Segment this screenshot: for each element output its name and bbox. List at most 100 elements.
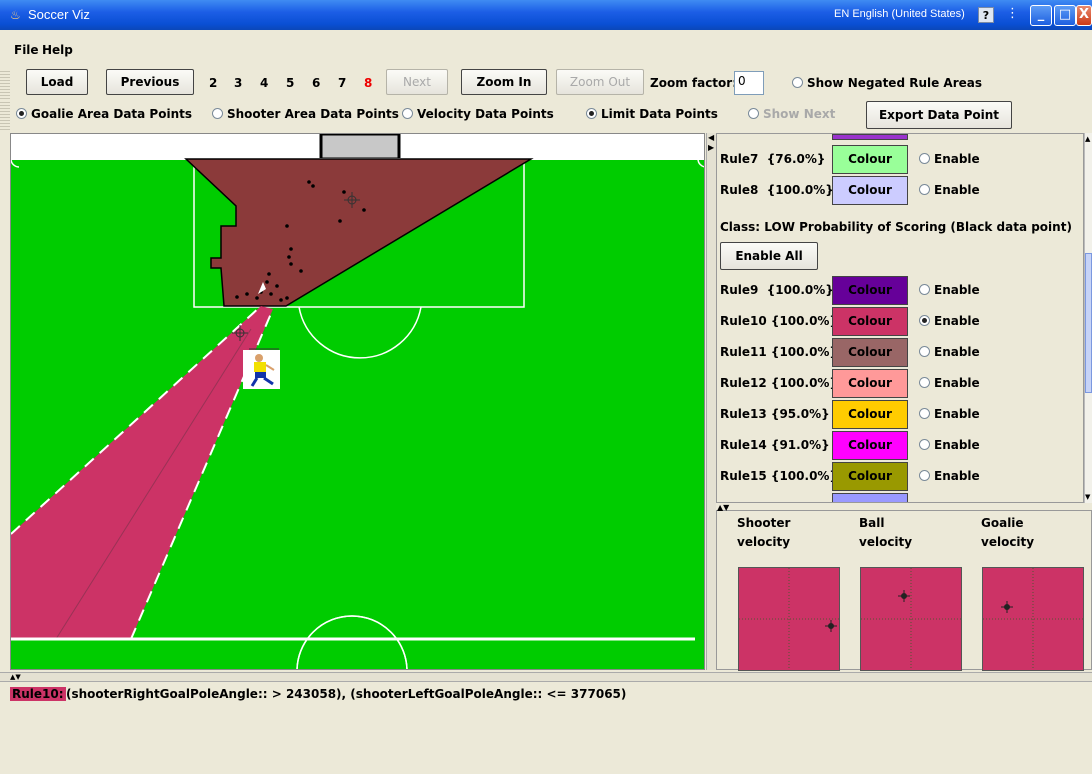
rule-colour-button[interactable]: Colour bbox=[832, 307, 908, 336]
shooter-velocity-label: Shooter velocity bbox=[737, 516, 791, 549]
velocity-label: Velocity Data Points bbox=[417, 107, 554, 121]
goalie-area-radio[interactable]: Goalie Area Data Points bbox=[16, 107, 192, 127]
shooter-area-label: Shooter Area Data Points bbox=[227, 107, 399, 121]
rule-row: Rule11 {100.0%} Colour Enable bbox=[717, 337, 1072, 368]
rule-enable-radio[interactable]: Enable bbox=[919, 407, 980, 427]
data-point[interactable] bbox=[307, 180, 311, 184]
rule-enable-radio[interactable]: Enable bbox=[919, 376, 980, 396]
data-point[interactable] bbox=[289, 262, 293, 266]
language-help-icon[interactable]: ? bbox=[978, 7, 994, 23]
data-point[interactable] bbox=[269, 292, 273, 296]
scrollbar-thumb[interactable] bbox=[1085, 253, 1092, 393]
toolbar-navigation: Load Previous 2 3 4 5 6 7 8 Next Zoom In… bbox=[0, 69, 1092, 99]
zoom-in-button[interactable]: Zoom In bbox=[461, 69, 547, 95]
zoom-out-button[interactable]: Zoom Out bbox=[556, 69, 644, 95]
data-point[interactable] bbox=[255, 296, 259, 300]
data-point[interactable] bbox=[285, 224, 289, 228]
menu-file[interactable]: File bbox=[14, 43, 39, 57]
horizontal-splitter[interactable]: ▲▼ bbox=[0, 672, 1092, 682]
rule-colour-button[interactable]: Colour bbox=[832, 338, 908, 367]
enable-all-button[interactable]: Enable All bbox=[720, 242, 818, 270]
minimize-button[interactable]: _ bbox=[1030, 5, 1052, 26]
menu-help[interactable]: Help bbox=[42, 43, 73, 57]
rule-enable-radio[interactable]: Enable bbox=[919, 283, 980, 303]
page-link-3[interactable]: 3 bbox=[234, 76, 242, 90]
rule-enable-radio[interactable]: Enable bbox=[919, 469, 980, 489]
maximize-button[interactable]: □ bbox=[1054, 5, 1076, 26]
page-link-2[interactable]: 2 bbox=[209, 76, 217, 90]
rule-colour-button[interactable]: Colour bbox=[832, 431, 908, 460]
page-link-6[interactable]: 6 bbox=[312, 76, 320, 90]
rule-enable-label: Enable bbox=[934, 376, 980, 390]
rule-colour-button[interactable]: Colour bbox=[832, 145, 908, 174]
rule-colour-button[interactable]: Colour bbox=[832, 400, 908, 429]
radio-icon bbox=[212, 108, 223, 119]
next-button[interactable]: Next bbox=[386, 69, 448, 95]
language-indicator[interactable]: EN English (United States) bbox=[834, 8, 965, 20]
rule-colour-button[interactable]: Colour bbox=[832, 462, 908, 491]
rule-enable-radio[interactable]: Enable bbox=[919, 183, 980, 203]
rule-enable-radio[interactable]: Enable bbox=[919, 345, 980, 365]
rule-colour-button[interactable]: Colour bbox=[832, 276, 908, 305]
toolbar-grip[interactable] bbox=[0, 69, 10, 99]
zoom-factor-input[interactable]: 0 bbox=[734, 71, 764, 95]
data-point[interactable] bbox=[245, 292, 249, 296]
goalie-velocity-plot[interactable] bbox=[982, 567, 1084, 671]
rule-row: Rule14 {91.0%} Colour Enable bbox=[717, 430, 1072, 461]
radio-icon bbox=[16, 108, 27, 119]
rule-enable-radio[interactable]: Enable bbox=[919, 438, 980, 458]
goalie-velocity-label: Goalie velocity bbox=[981, 516, 1035, 549]
class-label: Class: LOW Probability of Scoring (Black… bbox=[720, 220, 1072, 234]
data-point[interactable] bbox=[299, 269, 303, 273]
velocity-marker bbox=[1001, 601, 1013, 613]
rule-colour-button[interactable] bbox=[832, 493, 908, 502]
rule-enable-radio[interactable]: Enable bbox=[919, 152, 980, 172]
data-point[interactable] bbox=[235, 295, 239, 299]
page-link-4[interactable]: 4 bbox=[260, 76, 268, 90]
data-point[interactable] bbox=[338, 219, 342, 223]
data-point[interactable] bbox=[342, 190, 346, 194]
page-link-5[interactable]: 5 bbox=[286, 76, 294, 90]
splitter-arrows-icon[interactable]: ▲▼ bbox=[10, 673, 21, 681]
data-point[interactable] bbox=[267, 272, 271, 276]
rule-enable-radio[interactable]: Enable bbox=[919, 314, 980, 334]
ball-velocity-label: Ball velocity bbox=[859, 516, 913, 549]
toolbar-grip[interactable] bbox=[0, 100, 10, 130]
data-point[interactable] bbox=[275, 284, 279, 288]
data-point[interactable] bbox=[289, 247, 293, 251]
pitch-svg[interactable] bbox=[11, 134, 705, 670]
rules-scrollbar[interactable]: ▲ ▼ bbox=[1084, 133, 1092, 503]
page-link-7[interactable]: 7 bbox=[338, 76, 346, 90]
load-button[interactable]: Load bbox=[26, 69, 88, 95]
shooter-area-radio[interactable]: Shooter Area Data Points bbox=[212, 107, 399, 127]
rule-colour-button[interactable]: Colour bbox=[832, 176, 908, 205]
menu-bar: File Help bbox=[0, 40, 1092, 60]
close-button[interactable]: X bbox=[1076, 5, 1092, 26]
shooter-velocity-plot[interactable] bbox=[738, 567, 840, 671]
data-point[interactable] bbox=[311, 184, 315, 188]
velocity-radio[interactable]: Velocity Data Points bbox=[402, 107, 554, 127]
scroll-up-icon[interactable]: ▲ bbox=[1085, 135, 1090, 143]
active-rule-condition: (shooterRightGoalPoleAngle:: > 243058), … bbox=[66, 687, 627, 701]
export-data-point-button[interactable]: Export Data Point bbox=[866, 101, 1012, 129]
expand-right-icon[interactable]: ▶ bbox=[708, 143, 714, 152]
data-point[interactable] bbox=[285, 296, 289, 300]
radio-icon bbox=[919, 346, 930, 357]
vertical-splitter[interactable]: ◀ ▶ bbox=[706, 133, 716, 670]
data-point[interactable] bbox=[362, 208, 366, 212]
show-negated-radio[interactable]: Show Negated Rule Areas bbox=[792, 76, 982, 96]
player-icon[interactable] bbox=[243, 350, 280, 389]
pitch-canvas[interactable] bbox=[10, 133, 705, 670]
collapse-left-icon[interactable]: ◀ bbox=[708, 133, 714, 142]
scroll-down-icon[interactable]: ▼ bbox=[1085, 493, 1090, 501]
limit-data-points-radio[interactable]: Limit Data Points bbox=[586, 107, 718, 127]
show-next-radio[interactable]: Show Next bbox=[748, 107, 835, 127]
page-link-8-current[interactable]: 8 bbox=[364, 76, 372, 90]
data-point[interactable] bbox=[265, 280, 269, 284]
previous-button[interactable]: Previous bbox=[106, 69, 194, 95]
splitter-arrows-icon[interactable]: ▲▼ bbox=[717, 503, 729, 512]
rule-colour-button[interactable]: Colour bbox=[832, 369, 908, 398]
ball-velocity-plot[interactable] bbox=[860, 567, 962, 671]
data-point[interactable] bbox=[279, 298, 283, 302]
data-point[interactable] bbox=[287, 255, 291, 259]
